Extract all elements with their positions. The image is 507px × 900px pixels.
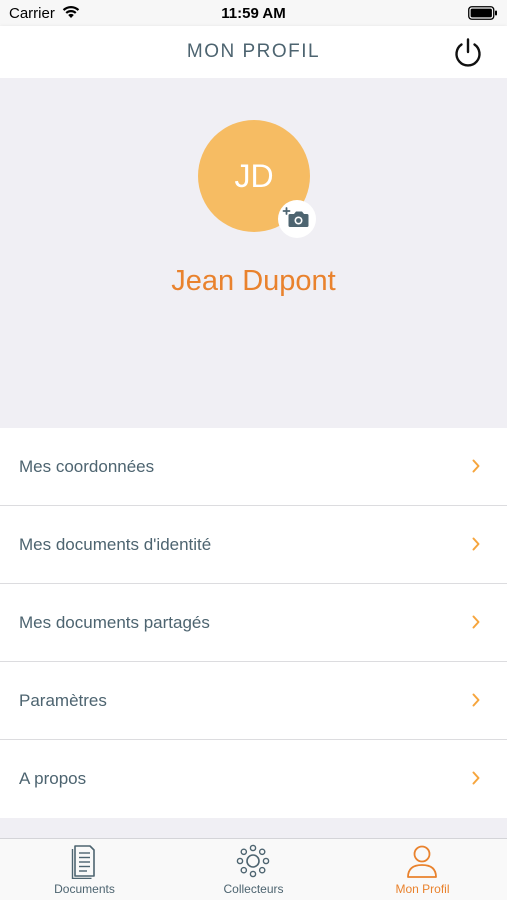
menu-item-documents-partages[interactable]: Mes documents partagés [0,584,507,662]
tab-collecteurs[interactable]: Collecteurs [169,839,338,900]
tab-label: Mon Profil [395,882,450,896]
nav-bar: MON PROFIL [0,26,507,78]
page-title: MON PROFIL [186,41,321,62]
tab-bar: Documents Collecteurs Mon Profil [0,838,507,900]
menu-item-label: A propos [19,769,87,788]
menu-item-documents-identite[interactable]: Mes documents d'identité [0,506,507,584]
tab-label: Collecteurs [223,882,284,896]
chevron-right-icon [472,693,480,707]
status-bar: Carrier 11:59 AM [0,0,507,26]
power-icon[interactable] [451,36,485,70]
tab-documents[interactable]: Documents [0,839,169,900]
add-photo-button[interactable] [278,200,316,238]
tab-mon-profil[interactable]: Mon Profil [338,839,507,900]
tab-label: Documents [54,882,115,896]
battery-icon [468,6,497,20]
menu-item-label: Mes documents d'identité [19,535,212,554]
profile-header: JD Jean Dupont [0,78,507,428]
collectors-icon [236,844,270,878]
chevron-right-icon [472,537,480,551]
menu-item-label: Paramètres [19,691,107,710]
menu-item-label: Mes documents partagés [19,613,210,632]
camera-plus-icon [282,207,309,227]
chevron-right-icon [472,459,480,473]
user-icon [407,845,437,878]
menu-item-coordonnees[interactable]: Mes coordonnées [0,428,507,506]
document-icon [71,845,95,879]
clock-label: 11:59 AM [221,5,286,22]
menu-item-a-propos[interactable]: A propos [0,740,507,818]
profile-menu: Mes coordonnées Mes documents d'identité… [0,428,507,818]
chevron-right-icon [472,615,480,629]
menu-item-label: Mes coordonnées [19,457,155,476]
screen: Carrier 11:59 AM MON PROFIL JD Jean Dupo… [0,0,507,900]
profile-name: Jean Dupont [171,265,336,297]
chevron-right-icon [472,771,480,785]
menu-item-parametres[interactable]: Paramètres [0,662,507,740]
